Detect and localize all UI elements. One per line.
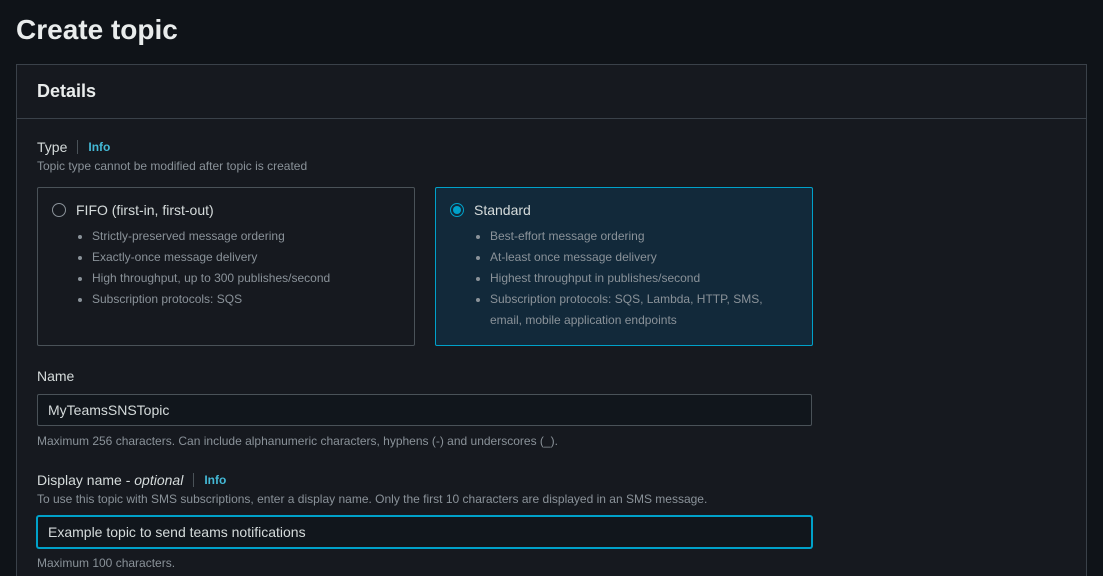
divider [193,473,194,487]
type-field: Type Info Topic type cannot be modified … [37,139,1066,346]
type-help-text: Topic type cannot be modified after topi… [37,157,1066,175]
list-item: Subscription protocols: SQS [92,289,398,310]
panel-header: Details [17,65,1086,119]
radio-standard[interactable] [450,203,464,217]
name-help-text: Maximum 256 characters. Can include alph… [37,432,1066,450]
list-item: At-least once message delivery [490,247,796,268]
list-item: Best-effort message ordering [490,226,796,247]
type-option-fifo[interactable]: FIFO (first-in, first-out) Strictly-pres… [37,187,415,346]
name-label: Name [37,368,74,384]
standard-title: Standard [474,202,531,218]
display-name-label-optional: optional [134,472,183,488]
display-name-help-text: To use this topic with SMS subscriptions… [37,490,1066,508]
display-name-help-after: Maximum 100 characters. [37,554,1066,572]
display-name-label: Display name - optional [37,472,183,488]
standard-bullets: Best-effort message ordering At-least on… [450,226,796,331]
display-name-info-link[interactable]: Info [204,473,226,487]
list-item: Highest throughput in publishes/second [490,268,796,289]
type-info-link[interactable]: Info [88,140,110,154]
type-option-standard[interactable]: Standard Best-effort message ordering At… [435,187,813,346]
details-panel: Details Type Info Topic type cannot be m… [16,64,1087,576]
page-title: Create topic [16,0,1087,64]
display-name-field: Display name - optional Info To use this… [37,472,1066,572]
display-name-label-main: Display name - [37,472,134,488]
fifo-title: FIFO (first-in, first-out) [76,202,214,218]
list-item: Exactly-once message delivery [92,247,398,268]
list-item: High throughput, up to 300 publishes/sec… [92,268,398,289]
name-input[interactable] [37,394,812,426]
divider [77,140,78,154]
list-item: Strictly-preserved message ordering [92,226,398,247]
list-item: Subscription protocols: SQS, Lambda, HTT… [490,289,796,331]
fifo-bullets: Strictly-preserved message ordering Exac… [52,226,398,310]
type-label: Type [37,139,67,155]
display-name-input[interactable] [37,516,812,548]
name-field: Name Maximum 256 characters. Can include… [37,368,1066,450]
details-heading: Details [37,81,1066,102]
radio-fifo[interactable] [52,203,66,217]
